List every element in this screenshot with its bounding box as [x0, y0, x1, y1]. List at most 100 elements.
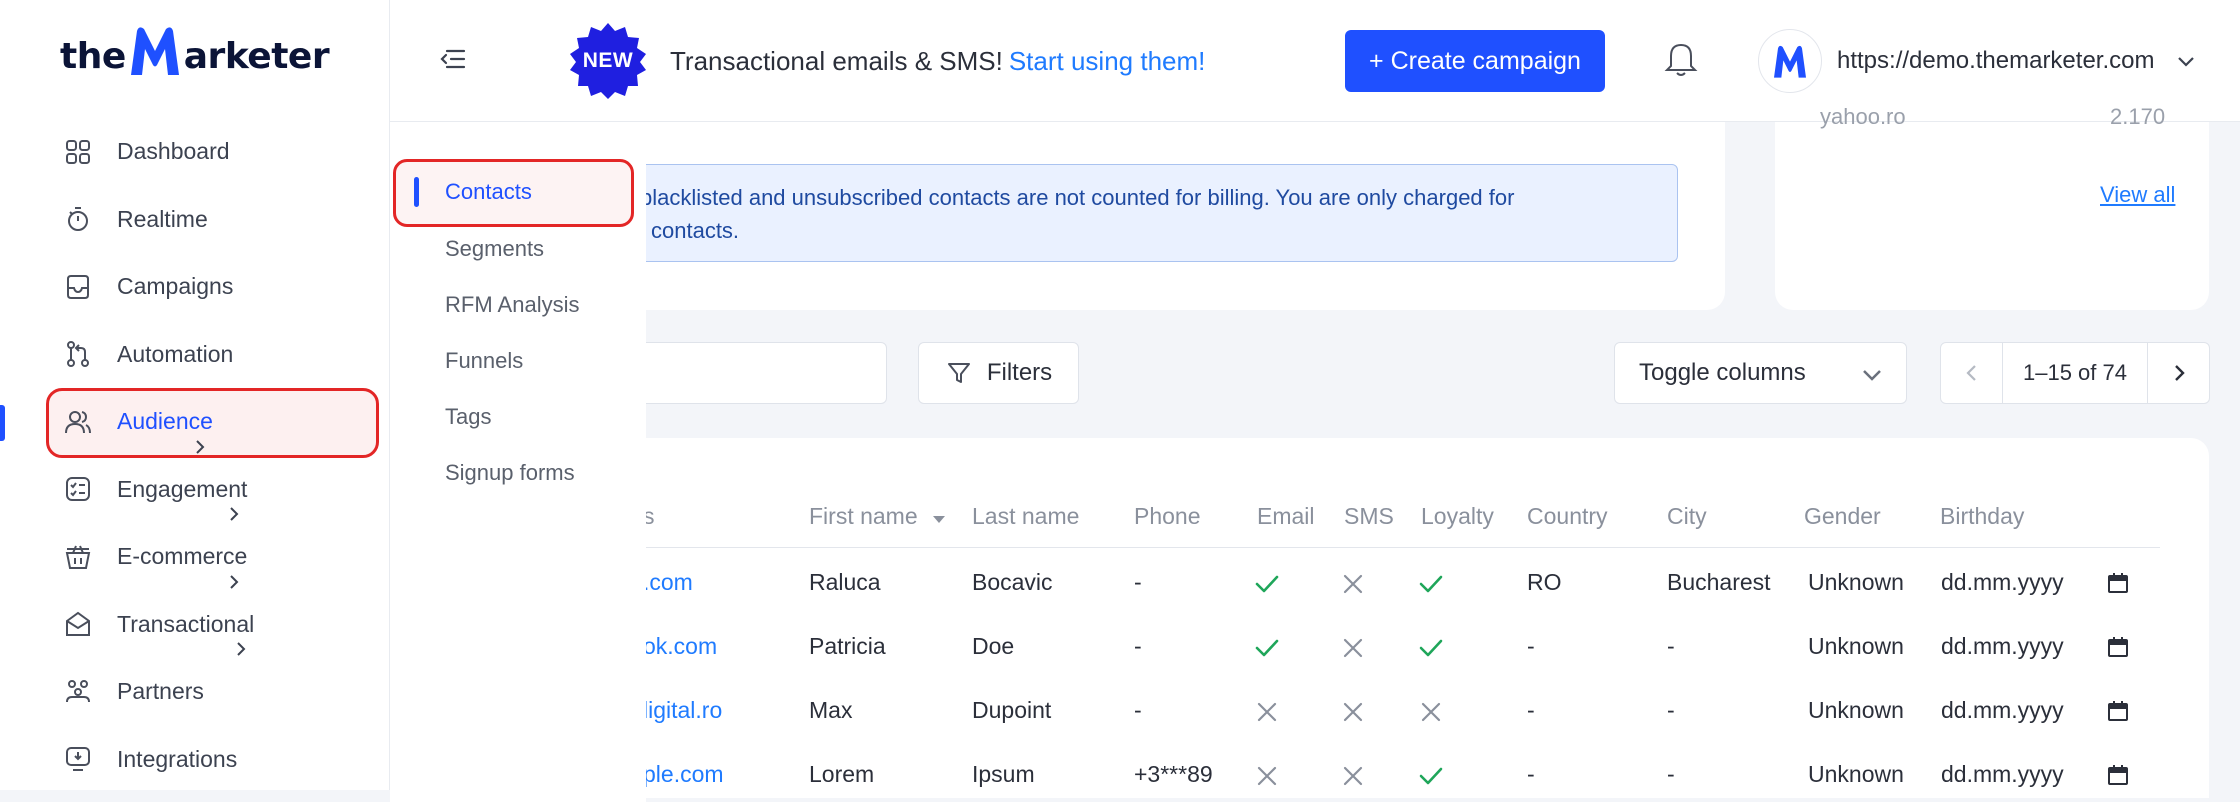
- submenu-item-contacts[interactable]: Contacts: [445, 179, 532, 205]
- cell-country: -: [1527, 761, 1535, 787]
- cell-first-name: Patricia: [809, 633, 886, 659]
- cell-last-name: Bocavic: [972, 569, 1053, 595]
- cross-icon: [1343, 638, 1363, 658]
- sidebar-item-ecommerce[interactable]: E-commerce: [0, 523, 390, 591]
- column-header-phone[interactable]: Phone: [1134, 503, 1201, 530]
- announcement: Transactional emails & SMS! Start using t…: [670, 46, 1205, 77]
- stopwatch-icon: [63, 204, 93, 234]
- toggle-columns-label: Toggle columns: [1639, 359, 1806, 386]
- check-icon: [1255, 575, 1279, 593]
- filters-button[interactable]: Filters: [918, 342, 1079, 404]
- view-all-link[interactable]: View all: [2100, 182, 2175, 208]
- cell-email[interactable]: ok.com: [643, 633, 717, 660]
- integrations-monitor-icon: [63, 744, 93, 774]
- calendar-icon[interactable]: [2107, 700, 2129, 722]
- notifications-bell-icon[interactable]: [1664, 42, 1698, 78]
- sidebar-item-label: Integrations: [117, 745, 238, 772]
- column-header-loyalty[interactable]: Loyalty: [1421, 503, 1494, 530]
- calendar-icon[interactable]: [2107, 636, 2129, 658]
- cell-email[interactable]: ligital.ro: [643, 697, 722, 724]
- sidebar-item-partners[interactable]: Partners: [0, 658, 390, 726]
- check-icon: [1419, 767, 1443, 785]
- sidebar-item-campaigns[interactable]: Campaigns: [0, 253, 390, 321]
- column-header-sms[interactable]: SMS: [1344, 503, 1394, 530]
- column-header-email-consent[interactable]: Email: [1257, 503, 1315, 530]
- chevron-right-icon: [230, 574, 239, 589]
- partners-icon: [63, 677, 93, 707]
- themarketer-logo[interactable]: the arketer: [60, 26, 330, 86]
- cell-phone: -: [1134, 633, 1142, 659]
- cut-off-list-label: yahoo.ro: [1820, 104, 1906, 129]
- cell-phone: -: [1134, 697, 1142, 723]
- basket-icon: [63, 542, 93, 572]
- sort-desc-icon: [933, 516, 946, 523]
- column-header-first-name[interactable]: First name: [809, 503, 946, 530]
- filter-funnel-icon: [947, 363, 970, 383]
- store-avatar[interactable]: [1758, 29, 1822, 93]
- submenu-item-segments[interactable]: Segments: [445, 236, 544, 262]
- cross-icon: [1257, 766, 1277, 786]
- billing-info-line-2: l contacts.: [640, 218, 740, 243]
- cell-email[interactable]: .com: [643, 569, 693, 596]
- pagination-next-button[interactable]: [2147, 343, 2209, 403]
- announcement-text: Transactional emails & SMS!: [670, 46, 1003, 76]
- cell-country: -: [1527, 633, 1535, 659]
- cell-gender: Unknown: [1808, 633, 1904, 659]
- cell-gender: Unknown: [1808, 569, 1904, 595]
- table-header-divider: [560, 547, 2160, 548]
- pagination-range: 1–15 of 74: [2023, 360, 2127, 385]
- sidebar-item-transactional[interactable]: Transactional: [0, 591, 390, 659]
- column-header-city[interactable]: City: [1667, 503, 1707, 530]
- sidebar-item-label: Campaigns: [117, 273, 234, 300]
- column-header-country[interactable]: Country: [1527, 503, 1608, 530]
- pagination-prev-button[interactable]: [1941, 343, 2003, 403]
- check-icon: [1419, 575, 1443, 593]
- submenu-item-tags[interactable]: Tags: [445, 404, 491, 430]
- cell-first-name: Raluca: [809, 569, 881, 595]
- calendar-icon[interactable]: [2107, 572, 2129, 594]
- sidebar-item-audience[interactable]: Audience: [0, 388, 390, 458]
- collapse-menu-icon[interactable]: [438, 44, 468, 74]
- cell-last-name: Ipsum: [972, 761, 1035, 787]
- chevron-right-icon: [196, 439, 205, 454]
- users-icon: [63, 407, 93, 437]
- announcement-link[interactable]: Start using them!: [1009, 46, 1206, 76]
- sidebar-item-engagement[interactable]: Engagement: [0, 456, 390, 524]
- create-campaign-button[interactable]: + Create campaign: [1345, 30, 1605, 92]
- store-url[interactable]: https://demo.themarketer.com: [1837, 47, 2154, 75]
- sidebar-item-integrations[interactable]: Integrations: [0, 726, 390, 794]
- submenu-item-funnels[interactable]: Funnels: [445, 348, 523, 374]
- chevron-right-icon: [237, 642, 246, 656]
- sidebar-item-realtime[interactable]: Realtime: [0, 186, 390, 254]
- toggle-columns-select[interactable]: Toggle columns: [1614, 342, 1907, 404]
- sidebar-item-automation[interactable]: Automation: [0, 321, 390, 389]
- new-badge-label: NEW: [582, 49, 634, 72]
- stats-card: [1775, 122, 2209, 310]
- cell-birthday: dd.mm.yyyy: [1941, 569, 2064, 595]
- submenu-item-rfm-analysis[interactable]: RFM Analysis: [445, 292, 579, 318]
- cell-city: -: [1667, 633, 1675, 659]
- calendar-icon[interactable]: [2107, 764, 2129, 786]
- cross-icon: [1257, 702, 1277, 722]
- column-header-gender[interactable]: Gender: [1804, 503, 1881, 530]
- cell-country: -: [1527, 697, 1535, 723]
- column-header-last-name[interactable]: Last name: [972, 503, 1079, 530]
- column-header-birthday[interactable]: Birthday: [1940, 503, 2024, 530]
- sidebar-item-label: Engagement: [117, 475, 248, 502]
- check-icon: [1419, 639, 1443, 657]
- cell-last-name: Dupoint: [972, 697, 1052, 723]
- cross-icon: [1343, 766, 1363, 786]
- column-header-label: First name: [809, 503, 918, 529]
- chevron-down-icon[interactable]: [2176, 51, 2196, 71]
- submenu-item-signup-forms[interactable]: Signup forms: [445, 460, 575, 486]
- cross-icon: [1421, 702, 1441, 722]
- cell-email[interactable]: ple.com: [643, 761, 724, 788]
- sidebar-item-dashboard[interactable]: Dashboard: [0, 118, 390, 186]
- active-indicator: [0, 405, 5, 441]
- cell-last-name: Doe: [972, 633, 1015, 659]
- cut-off-list-value: 2.170: [2110, 104, 2166, 129]
- sidebar-item-label: Transactional: [117, 610, 255, 637]
- chevron-down-icon: [1863, 370, 1881, 381]
- billing-info-text: blacklisted and unsubscribed contacts ar…: [640, 181, 1640, 247]
- cell-birthday: dd.mm.yyyy: [1941, 633, 2064, 659]
